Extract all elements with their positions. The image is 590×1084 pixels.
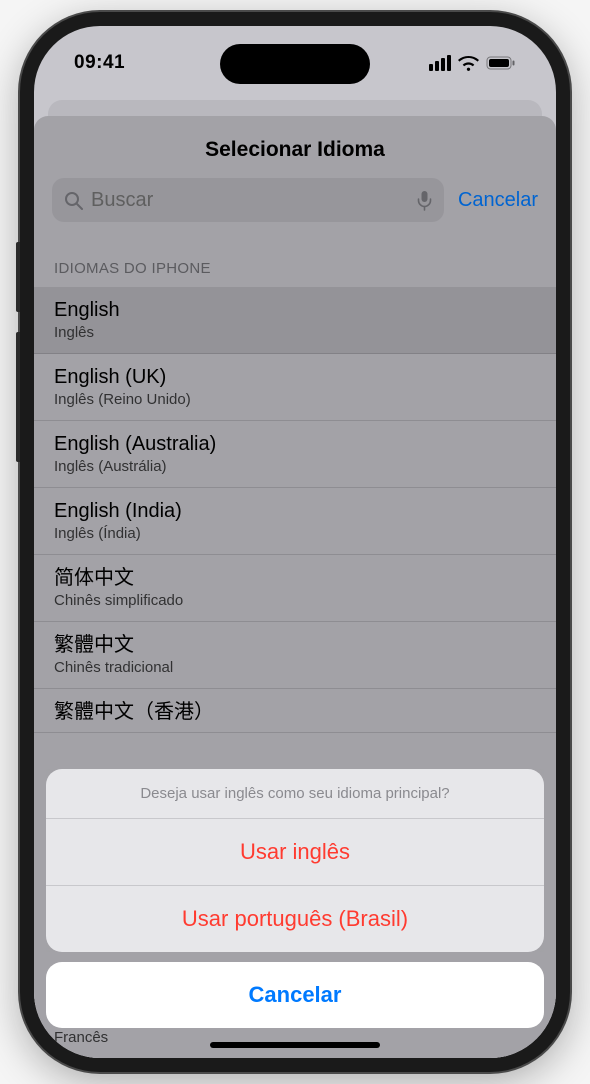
language-native: English (India): [54, 499, 536, 524]
language-local: Chinês tradicional: [54, 659, 536, 676]
language-sheet: Selecionar Idioma Cancelar IDIOMAS DO IP…: [34, 116, 556, 1058]
section-header: IDIOMAS DO IPHONE: [34, 230, 556, 287]
search-icon: [64, 191, 83, 210]
language-row[interactable]: English (UK) Inglês (Reino Unido): [34, 354, 556, 421]
screen: 09:41 Selecionar Idioma: [34, 26, 556, 1058]
language-local: Inglês (Austrália): [54, 458, 536, 475]
microphone-icon[interactable]: [417, 190, 432, 211]
language-local: Chinês simplificado: [54, 592, 536, 609]
search-row: Cancelar: [34, 178, 556, 230]
action-sheet-prompt: Deseja usar inglês como seu idioma princ…: [46, 769, 544, 819]
home-indicator[interactable]: [210, 1042, 380, 1048]
language-local: Inglês (Índia): [54, 525, 536, 542]
action-sheet-group: Deseja usar inglês como seu idioma princ…: [46, 769, 544, 952]
language-native: 简体中文: [54, 566, 536, 591]
language-row[interactable]: English Inglês: [34, 287, 556, 354]
search-input[interactable]: [91, 189, 409, 212]
dynamic-island: [220, 44, 370, 84]
language-row[interactable]: 繁體中文 Chinês tradicional: [34, 622, 556, 689]
language-row[interactable]: English (India) Inglês (Índia): [34, 488, 556, 555]
language-native: 繁體中文: [54, 633, 536, 658]
cellular-icon: [429, 55, 451, 71]
language-native: English (Australia): [54, 432, 536, 457]
language-row[interactable]: English (Australia) Inglês (Austrália): [34, 421, 556, 488]
language-local: Inglês: [54, 324, 536, 341]
language-native: English: [54, 298, 536, 323]
status-indicators: [429, 55, 516, 71]
language-row[interactable]: 繁體中文（香港）: [34, 689, 556, 733]
language-row[interactable]: 简体中文 Chinês simplificado: [34, 555, 556, 622]
language-native: 繁體中文（香港）: [54, 700, 536, 725]
search-field[interactable]: [52, 178, 444, 222]
action-sheet: Deseja usar inglês como seu idioma princ…: [46, 769, 544, 1028]
search-cancel-button[interactable]: Cancelar: [458, 189, 538, 212]
use-portuguese-button[interactable]: Usar português (Brasil): [46, 886, 544, 952]
battery-icon: [486, 56, 516, 70]
wifi-icon: [458, 56, 479, 71]
status-time: 09:41: [74, 52, 125, 74]
action-sheet-cancel-button[interactable]: Cancelar: [46, 962, 544, 1028]
language-native: English (UK): [54, 365, 536, 390]
use-english-button[interactable]: Usar inglês: [46, 819, 544, 886]
sheet-title: Selecionar Idioma: [34, 116, 556, 178]
phone-frame: 09:41 Selecionar Idioma: [20, 12, 570, 1072]
language-local: Inglês (Reino Unido): [54, 391, 536, 408]
language-list[interactable]: English Inglês English (UK) Inglês (Rein…: [34, 287, 556, 733]
